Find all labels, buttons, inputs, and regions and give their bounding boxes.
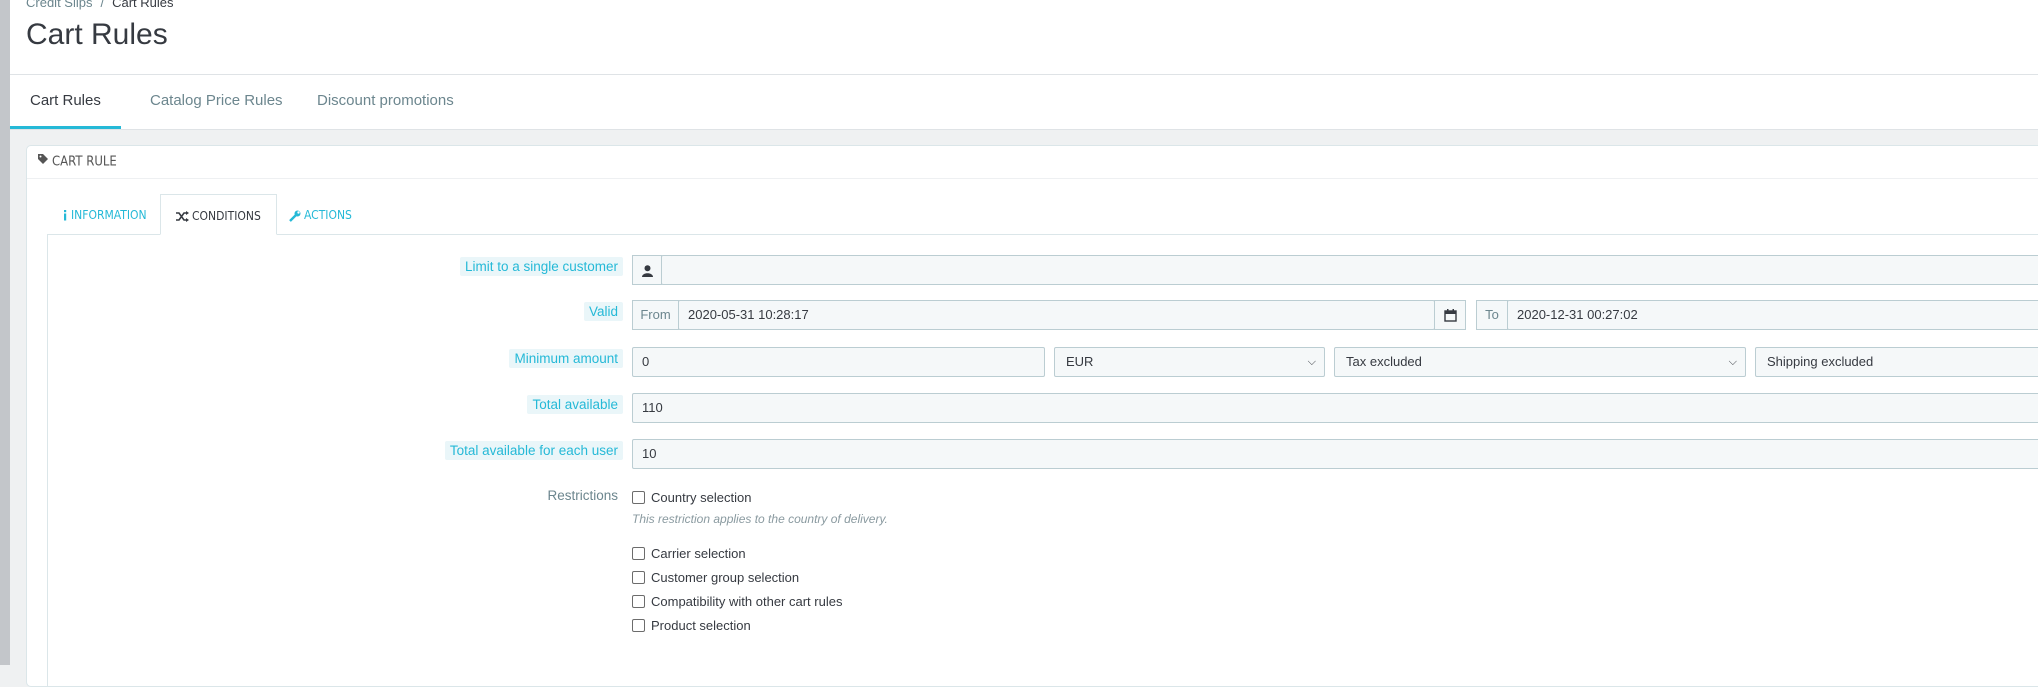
shipping-select-value: Shipping excluded: [1767, 354, 1874, 369]
tab-actions[interactable]: ACTIONS: [274, 194, 367, 234]
total-available-label-wrap: Total available: [48, 395, 623, 414]
total-per-user-label: Total available for each user: [444, 441, 623, 460]
tab-catalog-price-rules[interactable]: Catalog Price Rules: [130, 75, 303, 129]
compatibility-checkbox[interactable]: [632, 595, 645, 609]
country-selection-label: Country selection: [651, 490, 752, 505]
tab-conditions-label: CONDITIONS: [192, 209, 261, 223]
tag-icon: [37, 146, 49, 178]
minimum-amount-label: Minimum amount: [509, 349, 623, 368]
tab-conditions[interactable]: CONDITIONS: [160, 194, 277, 235]
tab-actions-label: ACTIONS: [304, 208, 352, 222]
breadcrumb-current: Cart Rules: [112, 0, 174, 10]
breadcrumb-parent[interactable]: Credit Slips: [26, 0, 92, 10]
minimum-amount-input[interactable]: 0: [632, 347, 1045, 377]
valid-to-addon: To: [1476, 300, 1508, 330]
shipping-select[interactable]: Shipping excluded: [1755, 347, 2038, 377]
valid-to-input[interactable]: 2020-12-31 00:27:02: [1507, 300, 2038, 330]
customer-group-selection-row[interactable]: Customer group selection: [632, 569, 799, 587]
valid-from-calendar[interactable]: [1434, 300, 1466, 330]
tab-cart-rules[interactable]: Cart Rules: [10, 75, 121, 129]
carrier-selection-row[interactable]: Carrier selection: [632, 545, 746, 563]
customer-group-selection-label: Customer group selection: [651, 570, 800, 585]
conditions-form: Limit to a single customer Valid From 20…: [47, 234, 2038, 686]
total-per-user-label-wrap: Total available for each user: [48, 441, 623, 460]
breadcrumb-separator: /: [100, 0, 105, 10]
tab-information-label: INFORMATION: [71, 208, 147, 222]
carrier-selection-label: Carrier selection: [651, 546, 746, 561]
compatibility-label: Compatibility with other cart rules: [651, 594, 843, 609]
page-title: Cart Rules: [26, 18, 168, 51]
total-available-input[interactable]: 110: [632, 393, 2038, 423]
tax-select-value: Tax excluded: [1346, 354, 1422, 369]
customer-input[interactable]: [661, 255, 2038, 285]
product-selection-label: Product selection: [651, 618, 751, 633]
country-help-text: This restriction applies to the country …: [632, 512, 888, 526]
customer-label-wrap: Limit to a single customer: [48, 257, 623, 276]
shuffle-icon: [176, 211, 189, 222]
top-tabs: Cart Rules Catalog Price Rules Discount …: [10, 75, 2038, 130]
currency-select-value: EUR: [1066, 354, 1094, 369]
page-header: Credit Slips / Cart Rules Cart Rules: [10, 0, 2038, 75]
customer-group-selection-checkbox[interactable]: [632, 571, 645, 585]
tab-discount-promotions[interactable]: Discount promotions: [297, 75, 474, 129]
valid-label: Valid: [583, 302, 623, 321]
breadcrumb: Credit Slips / Cart Rules: [26, 0, 174, 10]
valid-from-input[interactable]: 2020-05-31 10:28:17: [678, 300, 1435, 330]
customer-label: Limit to a single customer: [459, 257, 623, 276]
user-icon: [641, 264, 653, 277]
info-icon: [64, 210, 67, 221]
chevron-down-icon: ⌵: [1307, 356, 1316, 368]
wrench-icon: [289, 210, 301, 222]
cart-rule-panel: CART RULE INFORMATION CONDITIONS ACTIONS…: [26, 145, 2038, 687]
tax-select[interactable]: Tax excluded ⌵: [1334, 347, 1746, 377]
country-selection-checkbox[interactable]: [632, 491, 645, 505]
product-selection-row[interactable]: Product selection: [632, 617, 751, 635]
carrier-selection-checkbox[interactable]: [632, 547, 645, 561]
chevron-down-icon: ⌵: [1728, 356, 1737, 368]
panel-heading: CART RULE: [27, 146, 2038, 179]
left-edge-strip: [0, 0, 10, 665]
valid-label-wrap: Valid: [48, 302, 623, 321]
valid-from-addon: From: [632, 300, 679, 330]
total-per-user-input[interactable]: 10: [632, 439, 2038, 469]
compatibility-row[interactable]: Compatibility with other cart rules: [632, 593, 842, 611]
restrictions-label: Restrictions: [547, 488, 618, 503]
calendar-icon: [1443, 309, 1457, 322]
customer-addon: [632, 255, 662, 285]
total-available-label: Total available: [527, 395, 623, 414]
country-selection-row[interactable]: Country selection: [632, 489, 751, 507]
inner-tabs: INFORMATION CONDITIONS ACTIONS: [47, 194, 2038, 235]
minimum-amount-label-wrap: Minimum amount: [48, 349, 623, 368]
restrictions-label-wrap: Restrictions: [48, 486, 623, 505]
currency-select[interactable]: EUR ⌵: [1054, 347, 1325, 377]
product-selection-checkbox[interactable]: [632, 619, 645, 633]
panel-heading-label: CART RULE: [52, 154, 117, 170]
tab-information[interactable]: INFORMATION: [47, 194, 162, 234]
